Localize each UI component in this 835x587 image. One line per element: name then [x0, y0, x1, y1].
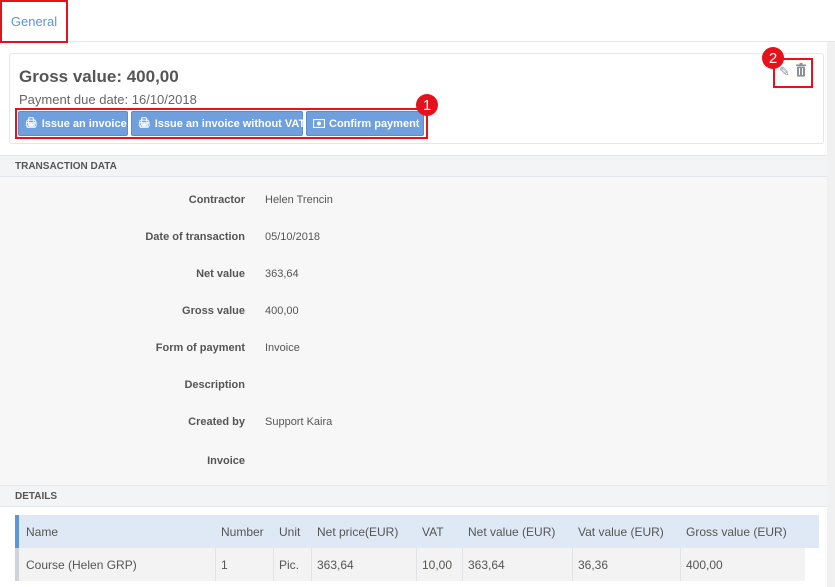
field-row-description: Description — [0, 379, 835, 416]
column-header: VAT — [422, 524, 444, 539]
table-cell-vat: 10,00 — [417, 548, 463, 581]
field-label: Contractor — [188, 194, 245, 206]
column-header: Net price(EUR) — [317, 524, 399, 539]
confirm-payment-button[interactable]: Confirm payment — [306, 111, 424, 136]
issue-invoice-without-vat-button[interactable]: 🖨 Issue an invoice without VAT — [131, 111, 306, 136]
field-label: Invoice — [207, 455, 245, 467]
field-value: Invoice — [265, 342, 300, 354]
print-icon: 🖨 — [25, 118, 38, 129]
details-header: DETAILS — [0, 485, 835, 507]
field-row-created-by: Created by Support Kaira — [0, 416, 835, 453]
field-label: Form of payment — [155, 342, 245, 354]
field-row-date: Date of transaction 05/10/2018 — [0, 231, 835, 268]
field-value: Helen Trencin — [265, 194, 333, 206]
field-row-net-value: Net value 363,64 — [0, 268, 835, 305]
column-header: Unit — [279, 524, 301, 539]
print-icon: 🖨 — [138, 118, 151, 129]
field-row-contractor: Contractor Helen Trencin — [0, 194, 835, 231]
table-cell-net-value: 363,64 — [463, 548, 573, 581]
gross-value-heading: Gross value: 400,00 — [19, 67, 179, 86]
tab-bar: General — [0, 0, 835, 43]
pencil-icon[interactable]: ✎ — [779, 64, 790, 80]
vertical-scrollbar[interactable] — [827, 42, 835, 587]
summary-card: Gross value: 400,00 Payment due date: 16… — [9, 47, 824, 144]
issue-invoice-without-vat-label: Issue an invoice without VAT — [154, 117, 306, 130]
field-label: Date of transaction — [145, 231, 245, 243]
table-cell-net-price: 363,64 — [312, 548, 417, 581]
transaction-data-header: TRANSACTION DATA — [0, 155, 835, 177]
column-header: Net value (EUR) — [468, 524, 556, 539]
table-row[interactable]: Course (Helen GRP) 1 Pic. 363,64 10,00 3… — [15, 548, 805, 581]
field-label: Created by — [188, 416, 245, 428]
annotation-badge-2: 2 — [762, 47, 784, 69]
column-header: Vat value (EUR) — [578, 524, 664, 539]
field-label: Description — [184, 379, 245, 391]
table-cell-unit: Pic. — [274, 548, 312, 581]
money-icon — [313, 119, 325, 128]
table-cell-gross-value: 400,00 — [686, 557, 723, 572]
field-label: Gross value — [182, 305, 245, 317]
column-header: Name — [26, 524, 59, 539]
details-table: Name Number Unit Net price(EUR) VAT Net … — [15, 515, 819, 583]
field-value: 363,64 — [265, 268, 299, 280]
annotation-badge-1: 1 — [416, 94, 438, 116]
issue-invoice-button[interactable]: 🖨 Issue an invoice — [18, 111, 128, 136]
table-cell-number: 1 — [216, 548, 274, 581]
field-row-form-of-payment: Form of payment Invoice — [0, 342, 835, 379]
confirm-payment-label: Confirm payment — [329, 117, 420, 130]
column-header: Number — [221, 524, 264, 539]
field-value: 05/10/2018 — [265, 231, 321, 243]
table-cell-vat-value: 36,36 — [573, 548, 681, 581]
table-cell-name: Course (Helen GRP) — [21, 548, 216, 581]
trash-icon[interactable] — [795, 63, 807, 77]
field-value: 400,00 — [265, 305, 299, 317]
field-label: Net value — [196, 268, 245, 280]
payment-due-date: Payment due date: 16/10/2018 — [19, 92, 197, 107]
column-header: Gross value (EUR) — [686, 524, 787, 539]
tab-general[interactable]: General — [0, 0, 68, 43]
table-header-row: Name Number Unit Net price(EUR) VAT Net … — [15, 515, 819, 548]
field-row-gross-value: Gross value 400,00 — [0, 305, 835, 342]
field-value: Support Kaira — [265, 416, 333, 428]
transaction-data-panel: Contractor Helen Trencin Date of transac… — [0, 177, 835, 485]
issue-invoice-label: Issue an invoice — [41, 117, 127, 130]
